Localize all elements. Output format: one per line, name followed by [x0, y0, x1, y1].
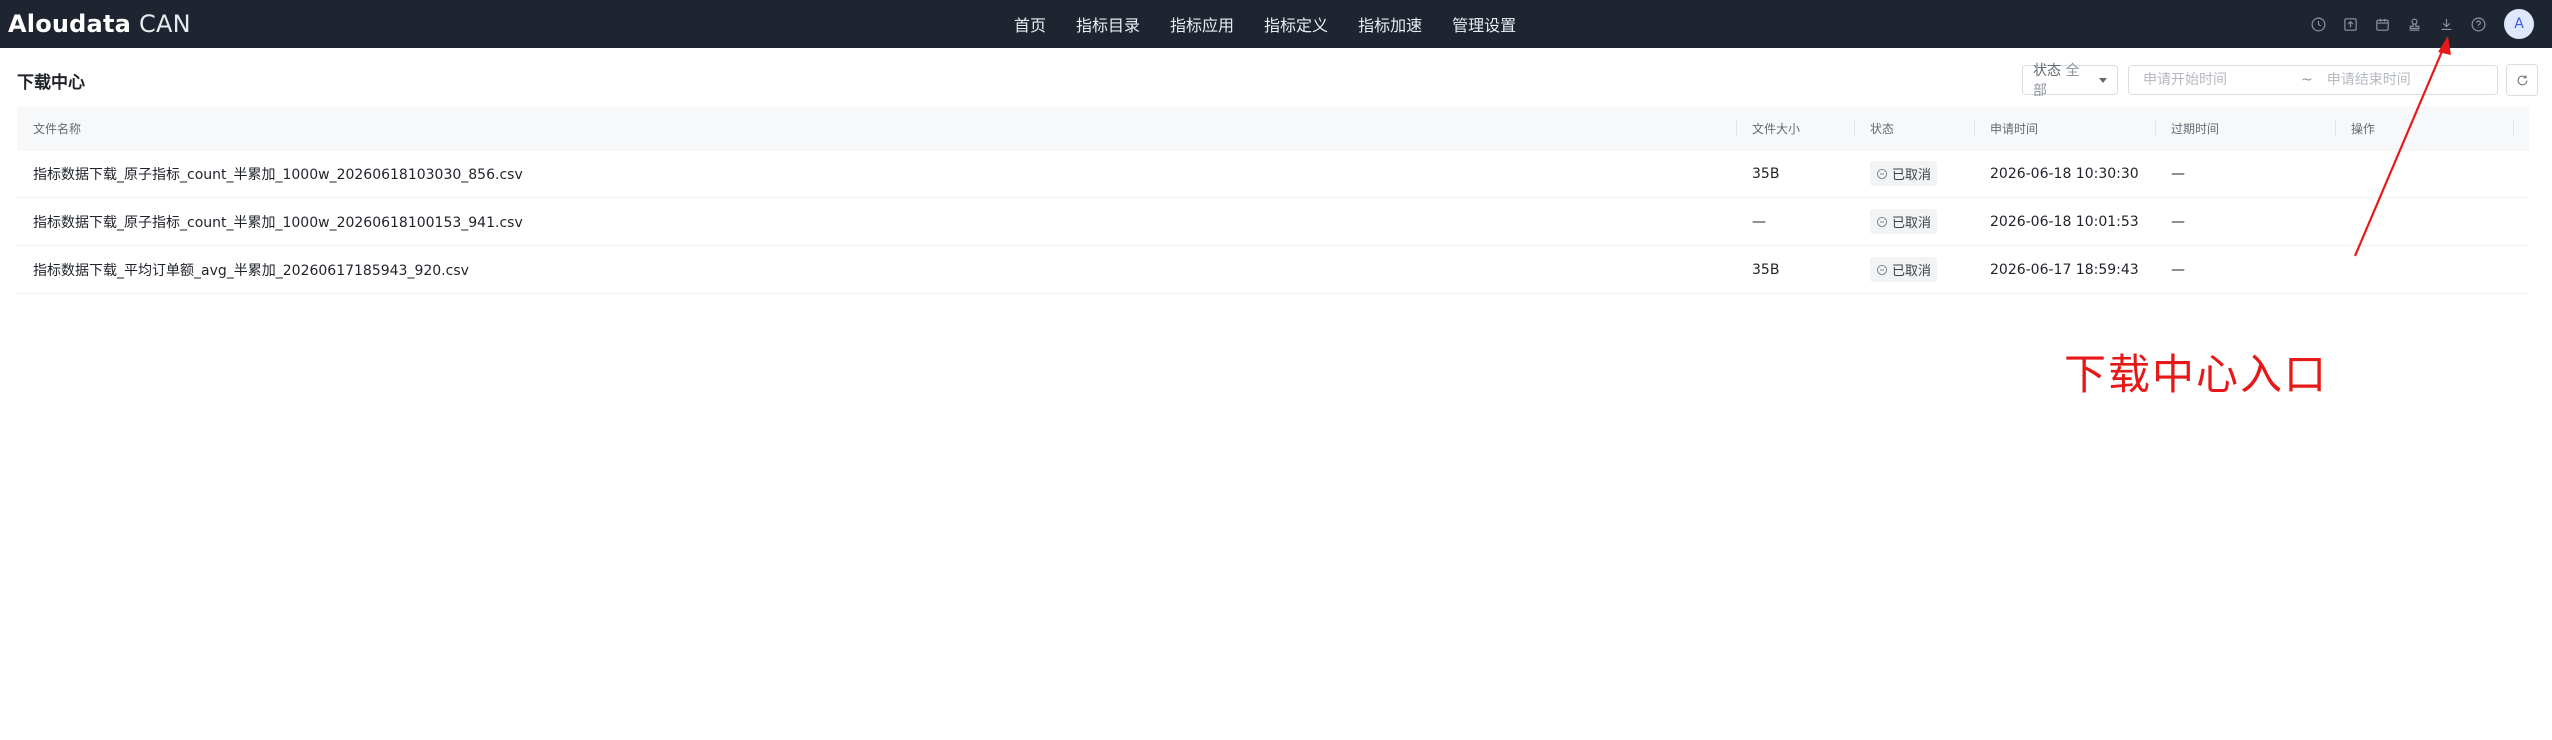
- status-text: 已取消: [1892, 216, 1932, 231]
- filter-bar: 状态 全部 ~: [2022, 63, 2538, 99]
- stamp-icon[interactable]: [2398, 8, 2430, 40]
- row-actions: [2335, 198, 2513, 245]
- nav-item-home[interactable]: 首页: [1014, 12, 1046, 36]
- calendar-icon[interactable]: [2366, 8, 2398, 40]
- refresh-icon: [2517, 74, 2527, 85]
- header-actions: A: [2302, 0, 2552, 48]
- date-range-separator: ~: [2301, 72, 2313, 88]
- table-row: 指标数据下载_原子指标_count_半累加_1000w_202606181001…: [17, 198, 2529, 246]
- logo-brand: Aloudata: [8, 10, 132, 38]
- column-header-file-size: 文件大小: [1736, 107, 1854, 149]
- main-nav: 首页 指标目录 指标应用 指标定义 指标加速 管理设置: [1014, 0, 1516, 48]
- status-filter-text: 状态 全部: [2033, 60, 2093, 100]
- download-icon[interactable]: [2430, 8, 2462, 40]
- start-date-input[interactable]: [2141, 71, 2295, 89]
- end-date-input[interactable]: [2324, 71, 2479, 89]
- app-logo[interactable]: Aloudata CAN: [8, 0, 191, 48]
- nav-item-metric-definition[interactable]: 指标定义: [1264, 12, 1328, 36]
- status-badge: 已取消: [1870, 257, 1938, 282]
- date-range-picker[interactable]: ~: [2128, 65, 2498, 95]
- apply-time: 2026-06-18 10:30:30: [1990, 165, 2139, 182]
- column-header-file-name: 文件名称: [33, 121, 82, 136]
- help-icon[interactable]: [2462, 8, 2494, 40]
- column-header-expire-time: 过期时间: [2155, 107, 2335, 149]
- column-header-status: 状态: [1854, 107, 1974, 149]
- column-header-actions: 操作: [2335, 107, 2513, 149]
- row-actions: [2335, 150, 2513, 197]
- column-header-edge: [2513, 107, 2529, 149]
- file-size: 35B: [1752, 165, 1780, 182]
- table-row: 指标数据下载_平均订单额_avg_半累加_20260617185943_920.…: [17, 246, 2529, 294]
- nav-item-admin-settings[interactable]: 管理设置: [1452, 12, 1516, 36]
- table-row: 指标数据下载_原子指标_count_半累加_1000w_202606181030…: [17, 150, 2529, 198]
- status-filter-label: 状态: [2033, 63, 2061, 79]
- minus-circle-icon: [1877, 264, 1887, 275]
- table-header: 文件名称 文件大小 状态 申请时间 过期时间 操作: [17, 107, 2529, 150]
- user-avatar[interactable]: A: [2504, 9, 2534, 39]
- apply-time: 2026-06-18 10:01:53: [1990, 213, 2139, 230]
- chevron-down-icon: [2099, 77, 2107, 83]
- logo-product: CAN: [139, 10, 191, 38]
- refresh-button[interactable]: [2506, 64, 2538, 96]
- column-header-apply-time: 申请时间: [1974, 107, 2155, 149]
- page-title: 下载中心: [17, 73, 85, 93]
- status-cell: 已取消: [1854, 198, 1974, 245]
- status-text: 已取消: [1892, 264, 1932, 279]
- clock-icon[interactable]: [2302, 8, 2334, 40]
- expire-time: —: [2171, 261, 2185, 278]
- status-badge: 已取消: [1870, 161, 1938, 186]
- apply-time: 2026-06-17 18:59:43: [1990, 261, 2139, 278]
- expire-time: —: [2171, 213, 2185, 230]
- annotation-label: 下载中心入口: [2064, 350, 2329, 399]
- file-name: 指标数据下载_平均订单额_avg_半累加_20260617185943_920.…: [33, 262, 469, 279]
- minus-circle-icon: [1877, 216, 1887, 227]
- top-nav-bar: Aloudata CAN 首页 指标目录 指标应用 指标定义 指标加速 管理设置…: [0, 0, 2552, 48]
- nav-item-metric-catalog[interactable]: 指标目录: [1076, 12, 1140, 36]
- status-filter-select[interactable]: 状态 全部: [2022, 63, 2118, 99]
- nav-item-metric-application[interactable]: 指标应用: [1170, 12, 1234, 36]
- file-size: —: [1752, 213, 1766, 230]
- upload-icon[interactable]: [2334, 8, 2366, 40]
- nav-item-metric-acceleration[interactable]: 指标加速: [1358, 12, 1422, 36]
- file-size: 35B: [1752, 261, 1780, 278]
- file-name: 指标数据下载_原子指标_count_半累加_1000w_202606181001…: [33, 214, 523, 231]
- status-badge: 已取消: [1870, 209, 1938, 234]
- file-name: 指标数据下载_原子指标_count_半累加_1000w_202606181030…: [33, 166, 523, 183]
- download-table: 文件名称 文件大小 状态 申请时间 过期时间 操作 指标数据下载_原子指标_co…: [17, 107, 2529, 294]
- minus-circle-icon: [1877, 168, 1887, 179]
- row-actions: [2335, 246, 2513, 293]
- expire-time: —: [2171, 165, 2185, 182]
- status-text: 已取消: [1892, 168, 1932, 183]
- status-cell: 已取消: [1854, 246, 1974, 293]
- status-cell: 已取消: [1854, 150, 1974, 197]
